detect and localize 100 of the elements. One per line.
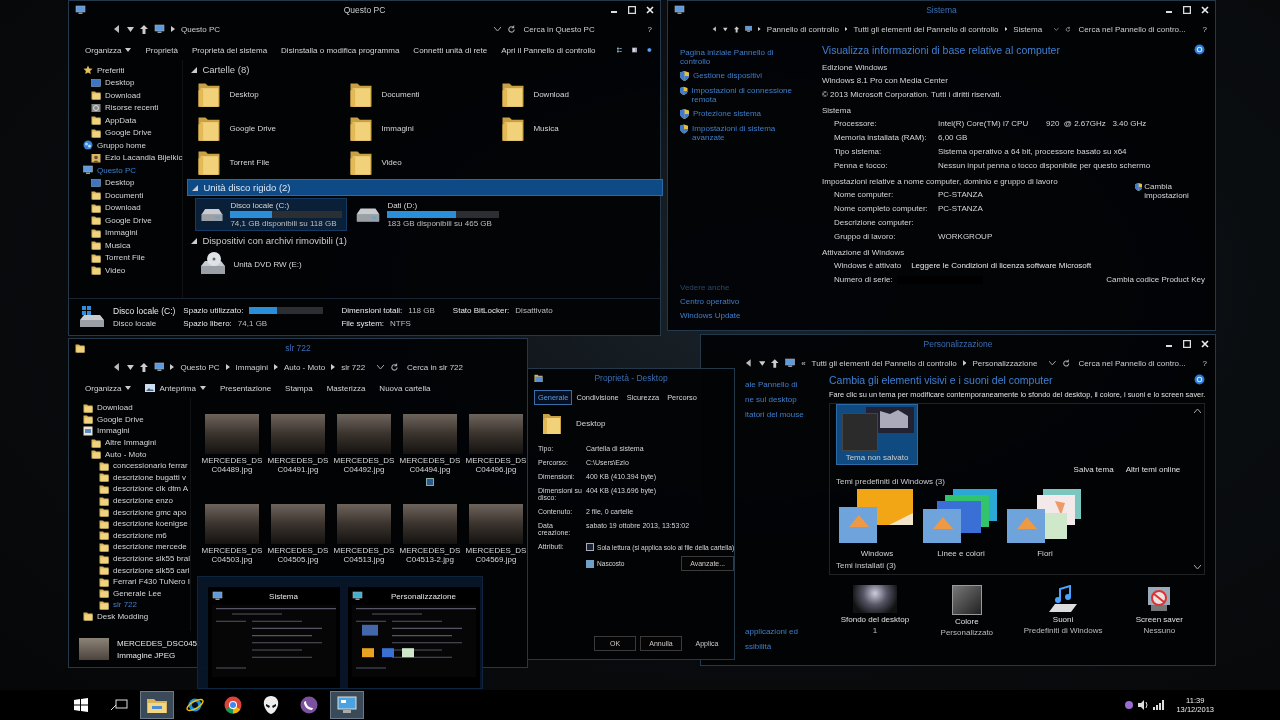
- refresh-icon[interactable]: [506, 24, 516, 34]
- nav-item[interactable]: descrizione enzo: [99, 494, 174, 507]
- task-link[interactable]: Impostazioni di connessione remota: [691, 86, 798, 104]
- back-arrow-icon[interactable]: [113, 363, 121, 371]
- folder-item[interactable]: Documenti: [349, 79, 502, 109]
- see-also-link[interactable]: Centro operativo: [680, 297, 798, 306]
- nav-item[interactable]: Musica: [91, 239, 131, 252]
- nav-item[interactable]: descrizione m6: [99, 529, 167, 542]
- close-icon[interactable]: [646, 5, 654, 14]
- breadcrumb-item[interactable]: slr 722: [341, 362, 366, 372]
- attribute-checkbox[interactable]: [586, 559, 594, 568]
- dvd-drive-item[interactable]: Unità DVD RW (E:): [195, 250, 348, 278]
- help-icon[interactable]: [1194, 44, 1205, 55]
- network-icon[interactable]: [1153, 700, 1165, 710]
- nav-item[interactable]: descrizione slk55 bral: [99, 552, 190, 565]
- nav-item[interactable]: Desk Modding: [83, 610, 149, 623]
- window-thumbnail[interactable]: Personalizzazione: [348, 587, 480, 688]
- breadcrumb-item[interactable]: Tutti gli elementi del Pannello di controllo: [853, 24, 999, 34]
- image-file-item[interactable]: MERCEDES_DSC04491.jpg: [264, 414, 331, 504]
- toolbar-button[interactable]: Masterizza: [324, 381, 368, 395]
- toolbar-button[interactable]: Anteprima: [143, 381, 208, 395]
- nav-item[interactable]: descrizione clk dtm A: [99, 483, 189, 495]
- control-panel-home-link[interactable]: Pagina iniziale Pannello di controllo: [680, 48, 798, 66]
- nav-item[interactable]: Torrent File: [91, 251, 145, 264]
- up-arrow-icon[interactable]: [771, 358, 779, 368]
- sidebar-link[interactable]: itatori del mouse: [745, 410, 829, 419]
- nav-item[interactable]: descrizione slk55 carl: [99, 564, 190, 576]
- nav-item[interactable]: Desktop: [91, 176, 135, 189]
- refresh-icon[interactable]: [1064, 24, 1071, 34]
- toolbar-button[interactable]: Organizza: [83, 381, 134, 395]
- sidebar-link[interactable]: applicazioni ed: [745, 627, 829, 636]
- toolbar-button[interactable]: Connetti unità di rete: [411, 43, 490, 57]
- breadcrumb-item[interactable]: Pannello di controllo: [766, 24, 839, 34]
- close-icon[interactable]: [1201, 339, 1209, 348]
- see-also-link[interactable]: Windows Update: [680, 311, 798, 320]
- image-file-item[interactable]: MERCEDES_DSC04492.jpg: [330, 414, 397, 504]
- theme-tile[interactable]: Windows: [838, 489, 916, 558]
- task-link[interactable]: Protezione sistema: [693, 109, 762, 118]
- breadcrumb-item[interactable]: Questo PC: [181, 24, 221, 34]
- selection-checkbox[interactable]: [425, 478, 434, 487]
- help-button[interactable]: ?: [647, 24, 652, 34]
- toolbar-button[interactable]: Proprietà del sistema: [189, 43, 270, 57]
- search-field[interactable]: Cerca nel Pannello di contro...: [1076, 22, 1191, 36]
- view-options-icon[interactable]: [617, 45, 623, 55]
- nav-item[interactable]: Ferrari F430 TuNero I: [99, 575, 190, 588]
- nav-item[interactable]: Desktop: [91, 76, 135, 89]
- nav-item[interactable]: descrizione mercede: [99, 541, 187, 553]
- window-thumbnail[interactable]: Sistema: [208, 587, 340, 688]
- maximize-icon[interactable]: [628, 5, 636, 14]
- toolbar-button[interactable]: Apri il Pannello di controllo: [499, 43, 598, 57]
- breadcrumb-item[interactable]: Sistema: [1013, 24, 1043, 34]
- image-file-item[interactable]: MERCEDES_DSC04494.jpg: [396, 414, 463, 504]
- image-file-item[interactable]: MERCEDES_DSC04489.jpg: [198, 414, 265, 504]
- caret-down-icon[interactable]: [758, 360, 766, 366]
- folder-item[interactable]: Video: [349, 147, 502, 177]
- nav-item[interactable]: Questo PC: [83, 164, 137, 177]
- image-file-item[interactable]: MERCEDES_DSC04496.jpg: [462, 414, 529, 504]
- theme-tile[interactable]: Fiori: [1006, 489, 1084, 558]
- task-link[interactable]: Impostazioni di sistema avanzate: [692, 124, 798, 142]
- nav-item[interactable]: Google Drive: [91, 214, 152, 227]
- search-field[interactable]: Cerca nel Pannello di contro...: [1076, 356, 1191, 370]
- nav-item[interactable]: Google Drive: [91, 126, 152, 139]
- toolbar-button[interactable]: Disinstalla o modifica programma: [279, 43, 402, 57]
- sidebar-link[interactable]: ssibilità: [745, 642, 829, 651]
- help-icon[interactable]: [1194, 374, 1206, 385]
- caret-down-icon[interactable]: [493, 26, 501, 32]
- toolbar-button[interactable]: Proprietà: [143, 43, 180, 57]
- breadcrumb-overflow[interactable]: «: [801, 358, 806, 368]
- nav-item[interactable]: Gruppo home: [83, 139, 146, 152]
- toolbar-button[interactable]: Nuova cartella: [377, 381, 433, 395]
- scroll-down-icon[interactable]: [1194, 565, 1202, 570]
- toolbar-button[interactable]: Organizza: [83, 43, 134, 57]
- nav-item[interactable]: Generale Lee: [99, 587, 162, 600]
- breadcrumb-item[interactable]: Personalizzazione: [972, 358, 1038, 368]
- nav-item[interactable]: Ezio Lacandia Bijelkic: [91, 151, 183, 164]
- group-header[interactable]: Unità disco rigido (2): [187, 179, 664, 196]
- personalization-setting[interactable]: Colore Personalizzato: [931, 585, 1002, 637]
- nav-item[interactable]: descrizione koenigse: [99, 517, 188, 530]
- nav-item[interactable]: AppData: [91, 114, 137, 127]
- folder-item[interactable]: Immagini: [349, 113, 502, 143]
- up-arrow-icon[interactable]: [733, 24, 739, 34]
- scroll-up-icon[interactable]: [1194, 408, 1202, 413]
- folder-item[interactable]: Download: [501, 79, 654, 109]
- change-settings-link[interactable]: Cambia impostazioni: [1144, 182, 1205, 200]
- up-arrow-icon[interactable]: [139, 362, 148, 372]
- sidebar-link[interactable]: ne sul desktop: [745, 395, 829, 404]
- toolbar-button[interactable]: Presentazione: [217, 381, 274, 395]
- caret-down-icon[interactable]: [377, 364, 385, 370]
- breadcrumb-item[interactable]: Tutti gli elementi del Pannello di controllo: [811, 358, 957, 368]
- search-field[interactable]: Cerca in Questo PC: [521, 22, 636, 36]
- help-icon[interactable]: [647, 45, 652, 55]
- personalization-setting[interactable]: Sfondo del desktop 1: [839, 585, 910, 637]
- theme-tile[interactable]: Tema non salvato: [836, 404, 918, 465]
- theme-action-link[interactable]: Salva tema: [1073, 465, 1114, 474]
- personalization-setting[interactable]: Screen saver Nessuno: [1124, 585, 1195, 637]
- search-field[interactable]: Cerca in slr 722: [404, 360, 519, 374]
- nav-item[interactable]: Risorse recenti: [91, 101, 159, 114]
- attribute-checkbox[interactable]: [586, 543, 594, 551]
- nav-item[interactable]: Download: [91, 89, 141, 102]
- nav-item[interactable]: Immagini: [83, 425, 130, 437]
